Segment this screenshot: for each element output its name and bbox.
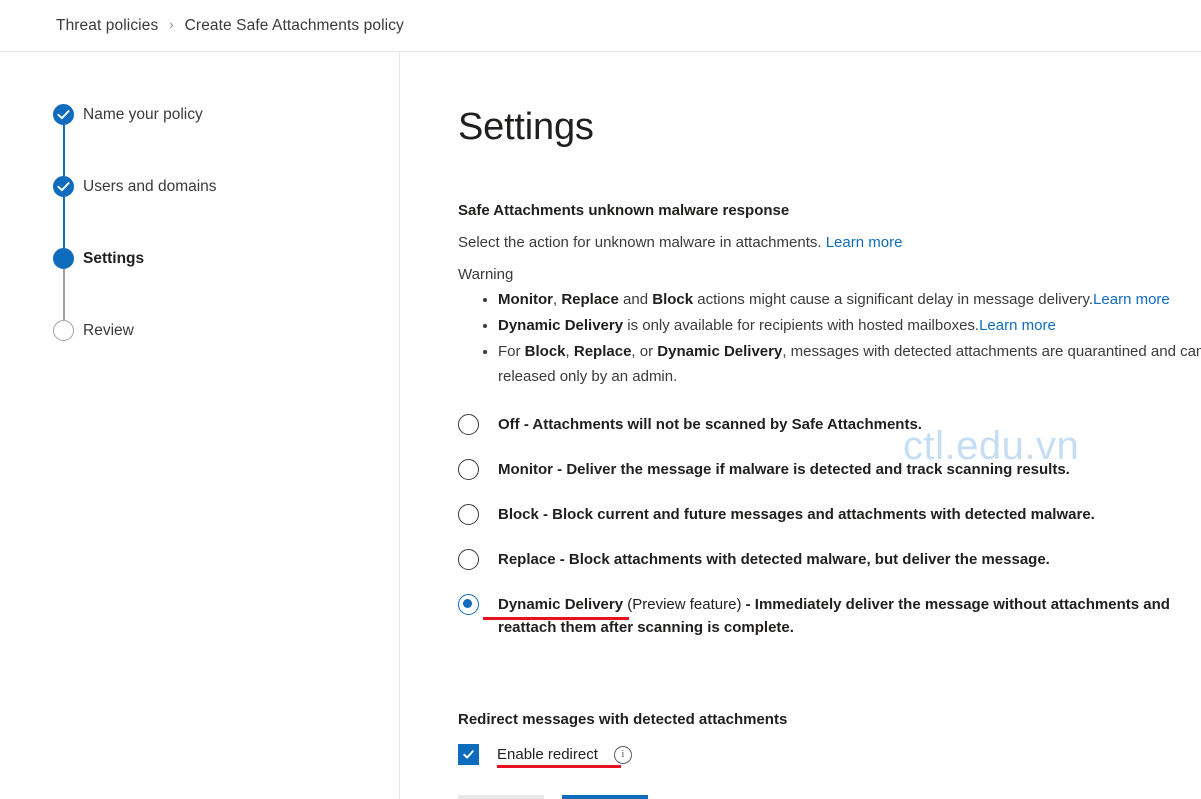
page-body: Name your policy Users and domains Setti… <box>0 52 1201 799</box>
radio-option-off[interactable]: Off - Attachments will not be scanned by… <box>458 413 1201 436</box>
step-marker-todo <box>53 320 74 341</box>
radio-button[interactable] <box>458 504 479 525</box>
warning-bullet-text: Block <box>524 343 566 360</box>
step-marker-done <box>53 176 74 197</box>
info-icon[interactable]: i <box>613 745 632 764</box>
empty-circle-icon <box>53 320 74 341</box>
wizard-steps-pane: Name your policy Users and domains Setti… <box>0 52 400 799</box>
warning-bullet: Monitor, Replace and Block actions might… <box>498 287 1201 312</box>
warning-bullet-text: For <box>498 343 525 360</box>
warning-bullet-text: and <box>618 291 653 308</box>
radio-button-selected[interactable] <box>458 594 479 615</box>
enable-redirect-checkbox[interactable] <box>458 744 479 765</box>
step-connector <box>63 269 65 320</box>
radio-button[interactable] <box>458 549 479 570</box>
radio-option-label[interactable]: Replace - Block attachments with detecte… <box>498 548 1050 571</box>
section-heading: Safe Attachments unknown malware respons… <box>458 202 790 219</box>
radio-label-emphasis: Dynamic Delivery <box>498 596 624 613</box>
radio-option-label[interactable]: Off - Attachments will not be scanned by… <box>498 413 922 436</box>
redirect-section-heading: Redirect messages with detected attachme… <box>458 711 788 728</box>
radio-label-preview-tag: (Preview feature) <box>623 596 742 613</box>
warning-bullet-text: Monitor <box>498 291 553 308</box>
warning-label: Warning <box>458 266 514 283</box>
page-title: Settings <box>458 106 594 148</box>
radio-option-label[interactable]: Dynamic Delivery (Preview feature) - Imm… <box>498 593 1201 639</box>
warning-bullet-text: Replace <box>573 343 632 360</box>
filled-circle-icon <box>53 248 74 269</box>
breadcrumb-parent-link[interactable]: Threat policies <box>56 17 158 35</box>
section-description-text: Select the action for unknown malware in… <box>458 234 822 251</box>
learn-more-link[interactable]: Learn more <box>979 317 1056 334</box>
radio-option-monitor[interactable]: Monitor - Deliver the message if malware… <box>458 458 1201 481</box>
annotation-underline-enable-redirect <box>497 765 621 768</box>
learn-more-link[interactable]: Learn more <box>826 234 903 251</box>
warning-bullet: Dynamic Delivery is only available for r… <box>498 313 1201 338</box>
next-button[interactable]: Next <box>562 795 648 799</box>
wizard-step-label: Review <box>83 322 134 339</box>
breadcrumb-header: Threat policies › Create Safe Attachment… <box>0 0 1201 52</box>
wizard-step-label: Name your policy <box>83 106 203 123</box>
warning-bullet-text: Dynamic Delivery <box>498 317 624 334</box>
radio-button[interactable] <box>458 414 479 435</box>
breadcrumb-current: Create Safe Attachments policy <box>184 16 404 34</box>
section-description: Select the action for unknown malware in… <box>458 234 1201 251</box>
wizard-step-review[interactable]: Review <box>0 320 399 392</box>
warning-bullet-text: is only available for recipients with ho… <box>623 317 980 334</box>
annotation-underline-dynamic-delivery <box>483 617 629 620</box>
radio-button[interactable] <box>458 459 479 480</box>
step-marker-current <box>53 248 74 269</box>
warning-bullet-list: Monitor, Replace and Block actions might… <box>458 287 1201 389</box>
wizard-step-label: Users and domains <box>83 178 217 195</box>
warning-bullet-text: Dynamic Delivery <box>657 343 783 360</box>
warning-bullet-text: Block <box>652 291 694 308</box>
radio-option-dynamic-delivery[interactable]: Dynamic Delivery (Preview feature) - Imm… <box>458 593 1201 639</box>
settings-content-pane: Settings Safe Attachments unknown malwar… <box>400 52 1201 799</box>
wizard-step-label: Settings <box>83 250 145 267</box>
radio-option-label[interactable]: Monitor - Deliver the message if malware… <box>498 458 1070 481</box>
step-connector <box>63 197 65 248</box>
back-button[interactable]: Back <box>458 795 544 799</box>
wizard-button-row: Back Next <box>458 795 1201 799</box>
check-circle-icon <box>53 104 74 125</box>
enable-redirect-label[interactable]: Enable redirect <box>497 746 598 763</box>
check-circle-icon <box>53 176 74 197</box>
warning-bullet-text: , <box>565 343 574 360</box>
step-marker-done <box>53 104 74 125</box>
warning-bullet-text: , or <box>631 343 658 360</box>
radio-option-replace[interactable]: Replace - Block attachments with detecte… <box>458 548 1201 571</box>
enable-redirect-row[interactable]: Enable redirect i <box>458 744 698 768</box>
step-connector <box>63 125 65 176</box>
wizard-step-settings[interactable]: Settings <box>0 248 399 320</box>
malware-response-radio-group[interactable]: Off - Attachments will not be scanned by… <box>458 413 1201 639</box>
radio-option-label[interactable]: Block - Block current and future message… <box>498 503 1095 526</box>
warning-bullet-text: Replace <box>561 291 619 308</box>
wizard-step-name-your-policy[interactable]: Name your policy <box>0 104 399 176</box>
wizard-step-users-and-domains[interactable]: Users and domains <box>0 176 399 248</box>
radio-option-block[interactable]: Block - Block current and future message… <box>458 503 1201 526</box>
checkmark-icon <box>463 750 474 759</box>
learn-more-link[interactable]: Learn more <box>1093 291 1170 308</box>
warning-bullet-text: actions might cause a significant delay … <box>693 291 1094 308</box>
warning-bullet: For Block, Replace, or Dynamic Delivery,… <box>498 339 1201 389</box>
breadcrumb-separator-icon: › <box>169 17 174 32</box>
